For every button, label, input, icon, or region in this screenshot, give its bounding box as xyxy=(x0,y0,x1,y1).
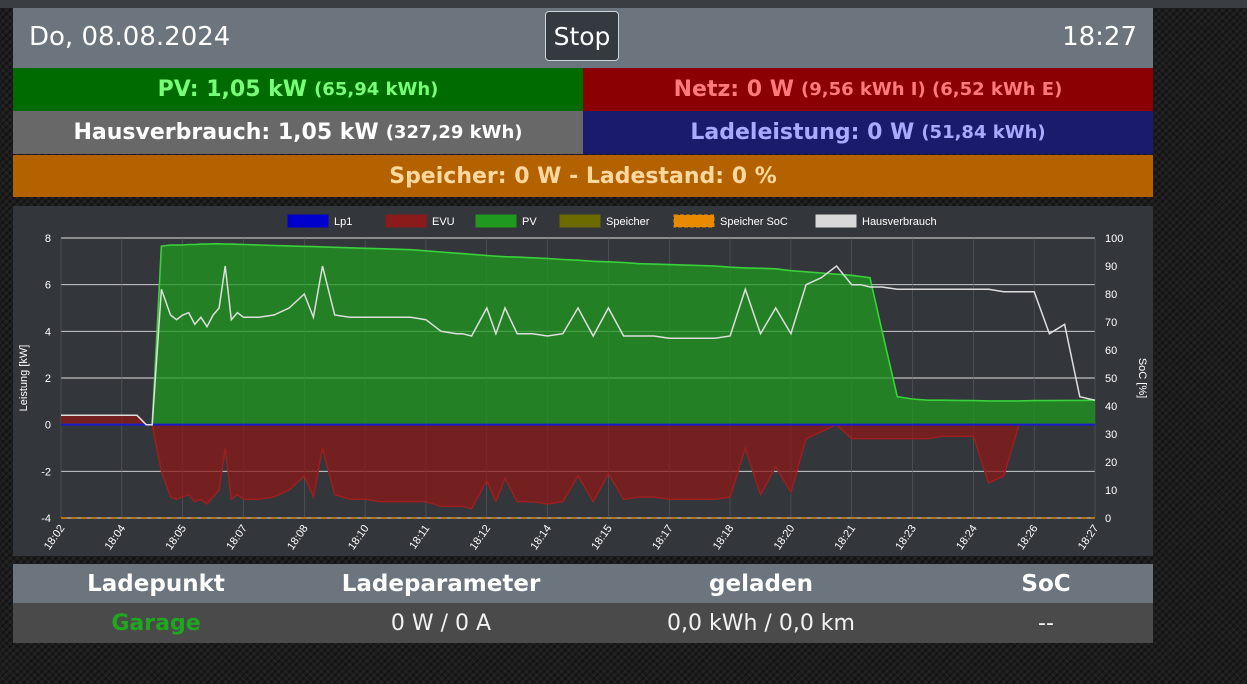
legend-label: EVU xyxy=(432,216,455,228)
x-tick-label: 18:21 xyxy=(833,523,859,552)
y-tick-label: 0 xyxy=(45,420,51,432)
chart-svg: 86420-2-4100908070605040302010018:02 18:0… xyxy=(18,214,1148,552)
header-ladeparameter: Ladeparameter xyxy=(341,570,541,597)
ladeleistung-status: Ladeleistung: 0 W (51,84 kWh) xyxy=(583,111,1153,154)
stop-button[interactable]: Stop xyxy=(545,11,619,61)
y2-tick-label: 50 xyxy=(1105,373,1117,385)
header-geladen: geladen xyxy=(709,570,813,597)
x-tick-label: 18:04 xyxy=(103,523,129,552)
power-chart: 8 6 4 2 0 -2 -4 100 90 80 70 60 50 40 30 20 10 0 18:02 18:0… xyxy=(13,206,1153,556)
pv-power: PV: 1,05 kW xyxy=(157,77,308,102)
legend-swatch xyxy=(673,214,715,228)
x-tick-label: 18:08 xyxy=(285,523,311,552)
x-tick-label: 18:24 xyxy=(954,523,980,552)
x-tick-label: 18:27 xyxy=(1076,523,1102,552)
legend-label: Hausverbrauch xyxy=(862,216,937,228)
pv-energy: (65,94 kWh) xyxy=(314,79,439,100)
y-tick-label: -2 xyxy=(41,466,51,478)
charged-amount: 0,0 kWh / 0,0 km xyxy=(667,610,855,636)
netz-status: Netz: 0 W (9,56 kWh I) (6,52 kWh E) xyxy=(583,68,1153,111)
pv-status: PV: 1,05 kW (65,94 kWh) xyxy=(13,68,583,111)
x-tick-label: 18:11 xyxy=(407,523,432,552)
y2-tick-label: 20 xyxy=(1105,457,1117,469)
x-tick-label: 18:18 xyxy=(711,523,737,552)
y2-tick-label: 40 xyxy=(1105,401,1117,413)
x-tick-label: 18:20 xyxy=(772,523,798,552)
x-tick-label: 18:26 xyxy=(1015,523,1041,552)
y2-tick-label: 60 xyxy=(1105,345,1117,357)
y-tick-label: -4 xyxy=(41,513,51,525)
lade-energy: (51,84 kWh) xyxy=(921,122,1046,143)
legend-label: Speicher SoC xyxy=(720,216,788,228)
date-display: Do, 08.08.2024 xyxy=(29,22,231,52)
x-tick-label: 18:14 xyxy=(528,523,554,552)
y2-tick-label: 70 xyxy=(1105,317,1117,329)
legend-swatch xyxy=(475,214,517,228)
y-tick-label: 4 xyxy=(45,326,51,338)
header-bar: Do, 08.08.2024 Stop 18:27 xyxy=(13,8,1153,68)
y-tick-label: 8 xyxy=(45,233,51,245)
y2-tick-label: 80 xyxy=(1105,289,1117,301)
legend-swatch xyxy=(559,214,601,228)
lade-power: Ladeleistung: 0 W xyxy=(690,120,915,145)
header-soc: SoC xyxy=(1021,570,1071,597)
y-tick-label: 2 xyxy=(45,373,51,385)
legend-swatch xyxy=(385,214,427,228)
hausverbrauch-status: Hausverbrauch: 1,05 kW (327,29 kWh) xyxy=(13,111,583,154)
x-tick-label: 18:07 xyxy=(224,523,250,552)
speicher-status: Speicher: 0 W - Ladestand: 0 % xyxy=(13,155,1153,197)
y2-tick-label: 30 xyxy=(1105,429,1117,441)
y-tick-label: 6 xyxy=(45,280,51,292)
y2-tick-label: 100 xyxy=(1105,233,1123,245)
haus-energy: (327,29 kWh) xyxy=(385,122,523,143)
legend-label: PV xyxy=(522,216,537,228)
top-strip xyxy=(0,0,1247,8)
netz-power: Netz: 0 W xyxy=(673,77,794,102)
x-tick-label: 18:17 xyxy=(650,523,676,552)
header-ladepunkt: Ladepunkt xyxy=(87,570,225,597)
y-axis-label: Leistung [kW] xyxy=(18,345,30,412)
haus-power: Hausverbrauch: 1,05 kW xyxy=(73,120,379,145)
legend-label: Lp1 xyxy=(334,216,352,228)
pv-area xyxy=(61,243,1095,425)
table-row[interactable]: Garage 0 W / 0 A 0,0 kWh / 0,0 km -- xyxy=(13,603,1153,643)
legend-swatch xyxy=(287,214,329,228)
x-tick-label: 18:23 xyxy=(893,523,919,552)
evu-area xyxy=(61,415,1095,509)
charge-parameters: 0 W / 0 A xyxy=(390,610,492,636)
x-tick-label: 18:12 xyxy=(468,523,494,552)
x-tick-label: 18:05 xyxy=(163,523,189,552)
legend-label: Speicher xyxy=(606,216,650,228)
table-header: Ladepunkt Ladeparameter geladen SoC xyxy=(13,564,1153,603)
chargepoint-name[interactable]: Garage xyxy=(13,603,299,643)
chargepoint-table: Ladepunkt Ladeparameter geladen SoC Gara… xyxy=(13,564,1153,643)
y2-tick-label: 90 xyxy=(1105,261,1117,273)
x-tick-label: 18:02 xyxy=(42,523,68,552)
legend-swatch xyxy=(815,214,857,228)
x-tick-label: 18:10 xyxy=(346,523,372,552)
x-tick-label: 18:15 xyxy=(589,523,615,552)
speicher-text: Speicher: 0 W - Ladestand: 0 % xyxy=(389,163,777,189)
time-display: 18:27 xyxy=(1062,22,1137,52)
netz-energy: (9,56 kWh I) (6,52 kWh E) xyxy=(801,79,1063,100)
y2-axis-label: SoC [%] xyxy=(1136,358,1148,398)
y2-tick-label: 10 xyxy=(1105,485,1117,497)
soc-value: -- xyxy=(1038,610,1054,636)
y2-tick-label: 0 xyxy=(1105,513,1111,525)
